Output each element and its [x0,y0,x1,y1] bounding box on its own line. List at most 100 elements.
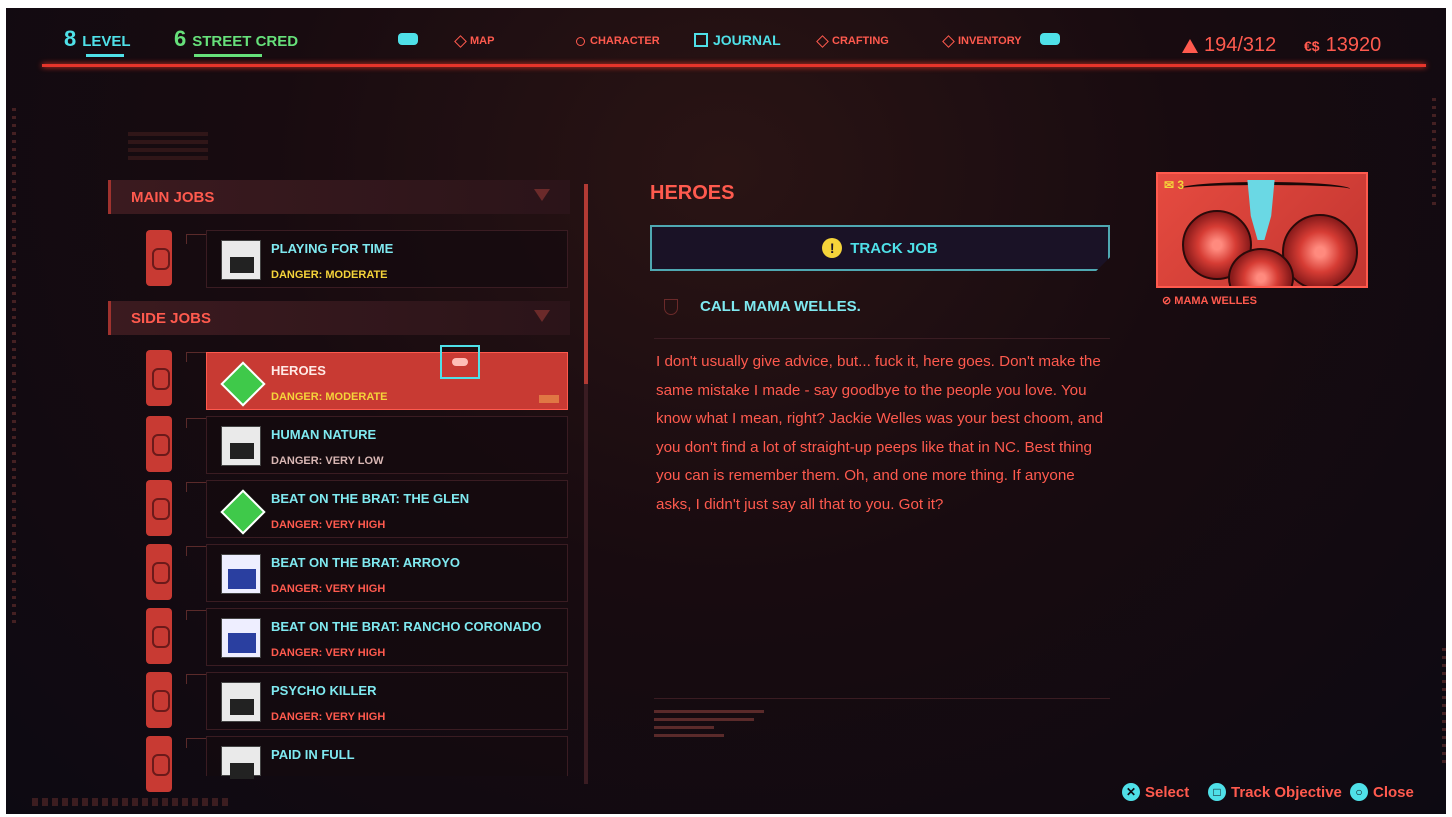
street-cred-progress-bar [194,54,262,57]
link-icon: ⊘ [1162,295,1172,307]
track-job-label: TRACK JOB [850,239,938,257]
contact-portrait[interactable]: ✉ 3 [1156,172,1368,288]
fixer-diamond-icon [221,362,261,402]
phone-icon [146,480,172,536]
nav-crafting[interactable]: CRAFTING [816,34,889,48]
job-danger: DANGER: MODERATE [271,391,388,403]
close-prompt[interactable]: ○ Close [1350,783,1414,801]
street-cred-label: STREET CRED [192,33,299,50]
money: €$ 13920 [1304,34,1381,57]
contact-name-label: MAMA WELLES [1174,295,1257,307]
track-toggle-button[interactable] [440,345,480,379]
map-icon [454,34,467,48]
job-item-paid-in-full[interactable]: PAID IN FULL [206,736,568,779]
character-icon [576,36,585,46]
tree-connector [186,610,206,620]
phone-icon [146,230,172,286]
envelope-icon: ✉ [1164,178,1175,192]
job-item-beat-on-the-brat-arroyo[interactable]: BEAT ON THE BRAT: ARROYO DANGER: VERY HI… [206,544,568,602]
tree-connector [186,234,206,244]
objective-text: CALL MAMA WELLES. [700,298,861,315]
section-main-jobs[interactable]: MAIN JOBS [108,180,570,214]
list-scrollbar[interactable] [584,184,588,784]
nav-left-key-icon[interactable] [398,33,418,45]
track-job-button[interactable]: ! TRACK JOB [650,225,1110,271]
job-item-beat-on-the-brat-the-glen[interactable]: BEAT ON THE BRAT: THE GLEN DANGER: VERY … [206,480,568,538]
nav-journal[interactable]: JOURNAL [694,32,781,48]
hud-decoration [128,132,208,162]
inventory-icon [942,34,955,48]
level-progress-bar [86,54,124,57]
watson-district-icon [221,682,261,722]
square-button-icon: □ [1208,783,1226,801]
level-label: LEVEL [82,33,131,50]
street-cred-value: 6 [174,26,187,51]
job-item-human-nature[interactable]: HUMAN NATURE DANGER: VERY LOW [206,416,568,474]
tree-connector [186,674,206,684]
phone-icon [146,544,172,600]
track-objective-prompt[interactable]: □ Track Objective [1208,783,1342,801]
objective-divider [654,338,1110,339]
message-count-value: 3 [1177,178,1185,192]
watson-district-icon [221,240,261,280]
tree-connector [186,546,206,556]
job-item-heroes[interactable]: HEROES DANGER: MODERATE [206,352,568,410]
nav-character[interactable]: CHARACTER [576,35,660,47]
job-title: HEROES [271,363,326,378]
job-item-beat-on-the-brat-rancho-coronado[interactable]: BEAT ON THE BRAT: RANCHO CORONADO DANGER… [206,608,568,666]
job-title: BEAT ON THE BRAT: ARROYO [271,555,460,570]
track-objective-prompt-label: Track Objective [1231,783,1342,801]
right-edge-decoration [1432,98,1436,208]
phone-icon [146,672,172,728]
nav-right-key-icon[interactable] [1040,33,1060,45]
top-bar: 8 LEVEL 6 STREET CRED MAP CHARACTER JOUR… [6,8,1446,68]
objective-marker-icon [664,298,678,315]
circle-button-icon: ○ [1350,783,1368,801]
job-danger: DANGER: VERY HIGH [271,519,386,531]
job-title: PLAYING FOR TIME [271,241,394,256]
nav-map[interactable]: MAP [454,34,495,48]
section-main-jobs-label: MAIN JOBS [131,188,215,206]
eddies-icon: €$ [1304,37,1320,54]
exclamation-icon: ! [822,238,843,258]
job-title: HUMAN NATURE [271,427,377,442]
nav-crafting-label: CRAFTING [832,35,889,47]
tree-connector [186,482,206,492]
carry-weight-value: 194/312 [1204,34,1277,56]
weight-icon [1182,38,1198,53]
level-stat: 8 LEVEL [64,26,131,52]
fine-print-decoration [654,710,794,742]
select-prompt[interactable]: ✕ Select [1122,783,1189,801]
journal-icon [694,33,708,47]
job-danger: DANGER: VERY HIGH [271,583,386,595]
journal-screen: 8 LEVEL 6 STREET CRED MAP CHARACTER JOUR… [6,8,1446,814]
section-side-jobs[interactable]: SIDE JOBS [108,301,570,335]
tree-connector [186,418,206,428]
level-value: 8 [64,26,77,51]
crafting-icon [816,34,829,48]
phone-icon [146,416,172,472]
nav-journal-label: JOURNAL [713,32,781,48]
phone-icon [146,736,172,792]
quest-title: HEROES [650,182,735,204]
tree-connector [186,738,206,748]
job-danger: DANGER: VERY HIGH [271,647,386,659]
header-divider [42,64,1426,67]
quest-description: I don't usually give advice, but... fuck… [656,353,1104,513]
watson-district-icon [221,426,261,466]
job-danger: DANGER: VERY LOW [271,455,384,467]
carry-weight: 194/312 [1182,34,1276,57]
money-value: 13920 [1325,34,1382,56]
phone-icon [146,608,172,664]
santo-domingo-district-icon [221,554,261,594]
nav-inventory[interactable]: INVENTORY [942,34,1022,48]
watson-district-icon [221,746,261,779]
job-item-playing-for-time[interactable]: PLAYING FOR TIME DANGER: MODERATE [206,230,568,288]
section-side-jobs-label: SIDE JOBS [131,309,212,327]
contact-name: ⊘ MAMA WELLES [1162,294,1257,307]
message-count: ✉ 3 [1164,178,1184,192]
nav-map-label: MAP [470,35,495,47]
select-prompt-label: Select [1145,783,1190,801]
job-item-psycho-killer[interactable]: PSYCHO KILLER DANGER: VERY HIGH [206,672,568,730]
street-cred-stat: 6 STREET CRED [174,26,298,52]
